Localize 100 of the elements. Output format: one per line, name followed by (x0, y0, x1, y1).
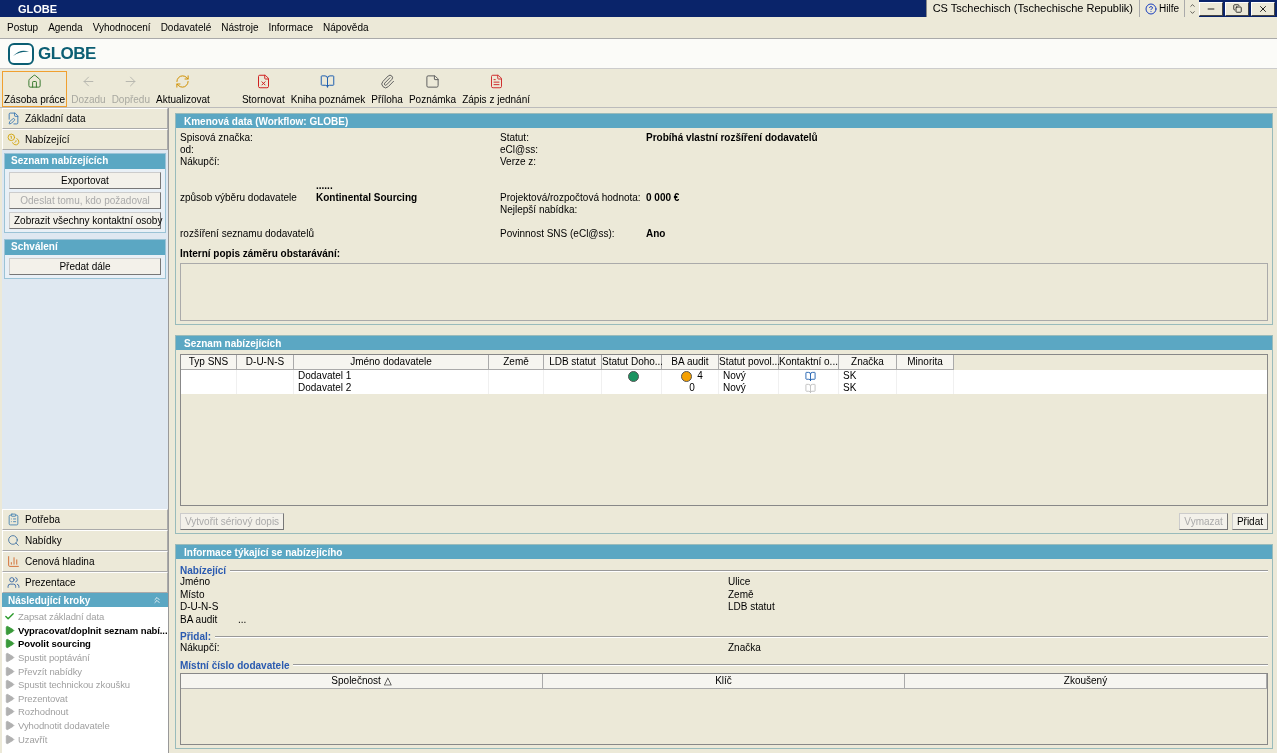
action-button[interactable]: Exportovat (9, 172, 161, 189)
column-header[interactable]: Typ SNS (181, 355, 237, 370)
field-label: Povinnost SNS (eCl@ss): (500, 228, 616, 240)
play-icon (4, 733, 15, 745)
field-label: Spisová značka: (180, 132, 254, 144)
panel-title: Seznam nabízejících (176, 336, 1272, 350)
sidebar-item[interactable]: Prezentace (2, 572, 168, 593)
field-label: Místo (180, 588, 206, 601)
toolbar-button[interactable]: Poznámka (406, 71, 459, 107)
sidebar-item[interactable]: Nabízející (2, 129, 168, 150)
column-header[interactable]: Klíč (543, 673, 905, 689)
sidebar-item[interactable]: Potřeba (2, 509, 168, 530)
book-icon[interactable] (805, 370, 816, 382)
section-title: Seznam nabízejících (5, 154, 165, 169)
play-icon (4, 638, 15, 650)
field-label: Jméno (180, 576, 210, 589)
menu-item[interactable]: Dodavatelé (155, 22, 217, 33)
minimize-button[interactable] (1199, 1, 1223, 16)
menu-item[interactable]: Agenda (43, 22, 88, 33)
bar-chart-icon (7, 555, 20, 568)
field-value: Probíhá vlastní rozšíření dodavatelů (646, 132, 819, 144)
help-button[interactable]: Hilfe (1139, 0, 1184, 17)
column-header[interactable]: Statut Doho... (602, 355, 662, 370)
field-value: Kontinental Sourcing (316, 192, 419, 204)
step-item[interactable]: Vypracovat/doplnit seznam nabí... (4, 623, 168, 638)
field-label: Projektová/rozpočtová hodnota: (500, 192, 642, 204)
column-header[interactable]: Značka (839, 355, 897, 370)
toolbar-button[interactable]: Příloha (369, 71, 405, 107)
restore-button[interactable] (1225, 1, 1249, 16)
close-button[interactable] (1251, 1, 1275, 16)
paperclip-icon (379, 74, 395, 89)
logo-text: GLOBE (38, 43, 96, 64)
play-icon (4, 692, 15, 704)
toolbar-button[interactable]: Stornovat (239, 71, 287, 107)
column-header[interactable]: Minorita (897, 355, 954, 370)
group-title: Místní číslo dodavatele (180, 659, 290, 671)
field-label: způsob výběru dodavatele (180, 192, 298, 204)
field-value: ...... (316, 180, 334, 192)
book-icon (320, 74, 336, 89)
toolbar-button[interactable]: Zásoba práce (2, 71, 68, 107)
play-icon (4, 720, 15, 732)
menu-item[interactable]: Nástroje (216, 22, 264, 33)
action-button[interactable]: Přidat (1231, 513, 1268, 530)
column-header[interactable]: BA audit (662, 355, 719, 370)
field-label: eCl@ss: (500, 144, 539, 156)
column-header[interactable]: Kontaktní o... (779, 355, 839, 370)
field-label: Nákupčí: (180, 642, 221, 655)
column-header[interactable]: LDB statut (544, 355, 602, 370)
sidebar-item[interactable]: Základní data (2, 108, 168, 129)
menu-item[interactable]: Vyhodnocení (87, 22, 156, 33)
pdf-document-icon (488, 74, 504, 89)
table-row[interactable]: Dodavatel 2 0 Nový SK (181, 382, 1267, 394)
column-header[interactable]: Zkoušený (905, 673, 1267, 689)
field-label: rozšíření seznamu dodavatelů (180, 228, 315, 240)
column-header[interactable]: D-U-N-S (237, 355, 294, 370)
sidebar-item[interactable]: Nabídky (2, 530, 168, 551)
menu-item[interactable]: Nápověda (317, 22, 374, 33)
play-icon (4, 665, 15, 677)
step-item[interactable]: Povolit sourcing (4, 637, 91, 651)
field-value: ... (238, 613, 247, 626)
toolbar-button[interactable]: Zápis z jednání (460, 71, 532, 107)
table-cell: SK (839, 382, 897, 394)
refresh-icon (175, 74, 191, 89)
column-header[interactable]: Jméno dodavatele (294, 355, 489, 370)
column-header[interactable]: Společnost △ (181, 673, 543, 689)
people-icon (7, 576, 20, 589)
field-label: Statut: (500, 132, 530, 144)
description-field[interactable] (180, 263, 1268, 321)
note-icon (425, 74, 441, 89)
field-label: Značka (728, 642, 762, 655)
search-icon (7, 534, 20, 547)
restore-icon (1232, 4, 1242, 13)
play-icon (4, 652, 15, 664)
action-button[interactable]: Předat dále (9, 258, 161, 275)
field-value: 0 000 € (646, 192, 681, 204)
edit-document-icon (7, 112, 20, 125)
field-label: od: (180, 144, 195, 156)
window-title: GLOBE (18, 2, 59, 15)
group-title: Přidal: (180, 631, 212, 642)
toolbar-button[interactable]: Kniha poznámek (288, 71, 368, 107)
toolbar-button[interactable]: Aktualizovat (154, 71, 212, 107)
field-label: Ulice (728, 576, 752, 589)
sidebar-item[interactable]: Cenová hladina (2, 551, 168, 572)
clipboard-icon (7, 513, 20, 526)
column-header[interactable]: Země (489, 355, 544, 370)
field-label: BA audit (180, 613, 219, 626)
column-header[interactable]: Statut povol... (719, 355, 779, 370)
description-label: Interní popis záměru obstarávání: (180, 248, 342, 259)
table-row[interactable]: Dodavatel 1 4 Nový SK (181, 370, 1267, 382)
field-label: Nákupčí: (180, 156, 221, 168)
table-cell: Nový (719, 382, 779, 394)
action-button[interactable]: Zobrazit všechny kontaktní osoby (9, 212, 161, 229)
panel-title: Kmenová data (Workflow: GLOBE) (176, 114, 1272, 128)
play-icon (4, 679, 15, 691)
language-tab[interactable]: CS Tschechisch (Tschechische Republik) (925, 0, 1139, 17)
cancel-document-icon (255, 74, 271, 89)
menu-item[interactable]: Informace (263, 22, 318, 33)
coins-icon (7, 133, 20, 146)
field-label: Verze z: (500, 156, 538, 168)
menu-item[interactable]: Postup (2, 22, 44, 33)
